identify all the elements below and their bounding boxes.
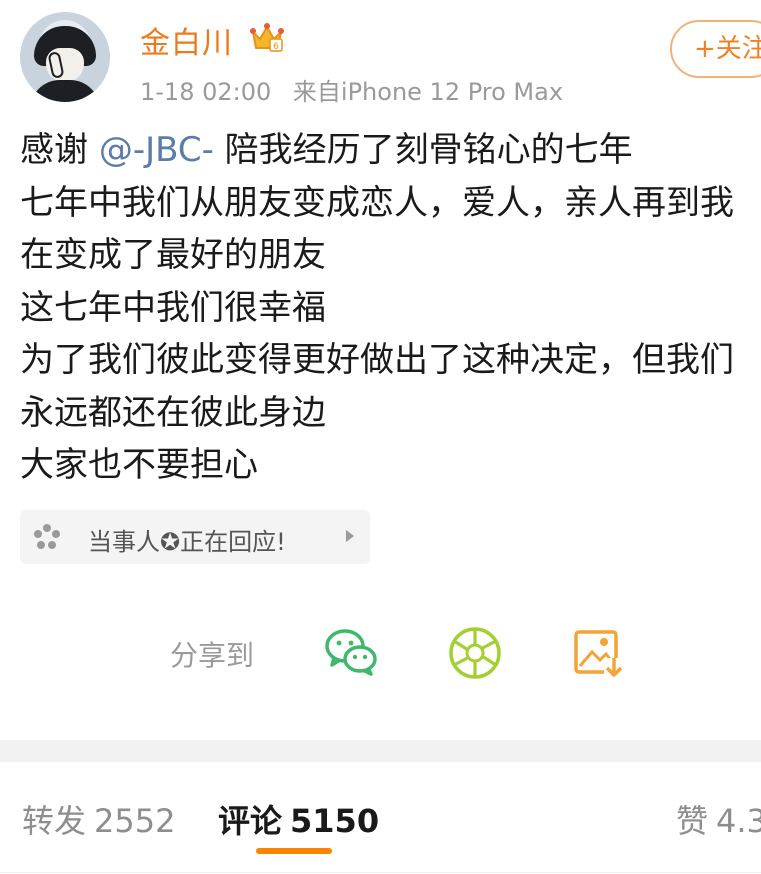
post-meta: 1-18 02:00 来自iPhone 12 Pro Max [140, 72, 563, 107]
tab-repost-label: 转发 [22, 802, 87, 840]
post-line: 永远都还在彼此身边 [20, 392, 326, 433]
tab-repost-count: 2552 [94, 802, 176, 840]
post-line: 这七年中我们很幸福 [20, 287, 326, 328]
post-text: 感谢 [20, 130, 99, 170]
tab-comments-count: 5150 [290, 802, 380, 840]
wechat-icon[interactable] [322, 624, 380, 682]
mention-link[interactable]: @-JBC- [99, 130, 214, 170]
tab-comments-label: 评论 [218, 802, 283, 840]
post-text: 陪我经历了刻骨铭心的七年 [213, 130, 633, 170]
post-source: 来自iPhone 12 Pro Max [292, 78, 564, 106]
post-header: 金白川 6 1-18 02:00 来自iPhone 12 Pro Max +关注 [0, 0, 761, 120]
topic-chip[interactable]: 当事人✪正在回应! [20, 510, 370, 564]
share-label: 分享到 [170, 639, 255, 672]
interaction-tabs: 转发 2552 评论 5150 赞 4.3 [0, 762, 761, 874]
tab-repost[interactable]: 转发 2552 [22, 796, 175, 842]
save-image-icon[interactable] [570, 624, 628, 682]
topic-pinwheel-icon [34, 524, 60, 549]
svg-text:6: 6 [273, 42, 279, 52]
section-divider [0, 740, 761, 762]
chevron-right-icon [346, 530, 354, 542]
avatar[interactable] [20, 12, 110, 102]
post-line: 七年中我们从朋友变成恋人，爱人，亲人再到我 [20, 182, 734, 223]
active-tab-indicator [256, 848, 332, 854]
crown-badge-icon[interactable]: 6 [250, 22, 284, 52]
topic-text: 当事人✪正在回应! [88, 528, 286, 556]
post-body: 感谢 @-JBC- 陪我经历了刻骨铭心的七年 七年中我们从朋友变成恋人，爱人，亲… [20, 124, 761, 492]
post-line: 感谢 @-JBC- 陪我经历了刻骨铭心的七年 [20, 124, 761, 177]
tab-comments[interactable]: 评论 5150 [218, 796, 379, 842]
post-timestamp: 1-18 02:00 [140, 78, 272, 106]
post-line: 大家也不要担心 [20, 445, 258, 485]
moments-icon[interactable] [446, 624, 504, 682]
follow-button[interactable]: +关注 [670, 20, 761, 78]
tab-likes[interactable]: 赞 4.3 [676, 796, 761, 842]
tab-likes-count: 4.3 [716, 802, 761, 840]
avatar-body [30, 80, 100, 102]
tab-likes-label: 赞 [676, 802, 709, 840]
tabs-bottom-border [0, 872, 761, 873]
post-line: 为了我们彼此变得更好做出了这种决定，但我们 [20, 340, 734, 380]
post-line: 在变成了最好的朋友 [20, 235, 326, 275]
username[interactable]: 金白川 [140, 18, 233, 62]
